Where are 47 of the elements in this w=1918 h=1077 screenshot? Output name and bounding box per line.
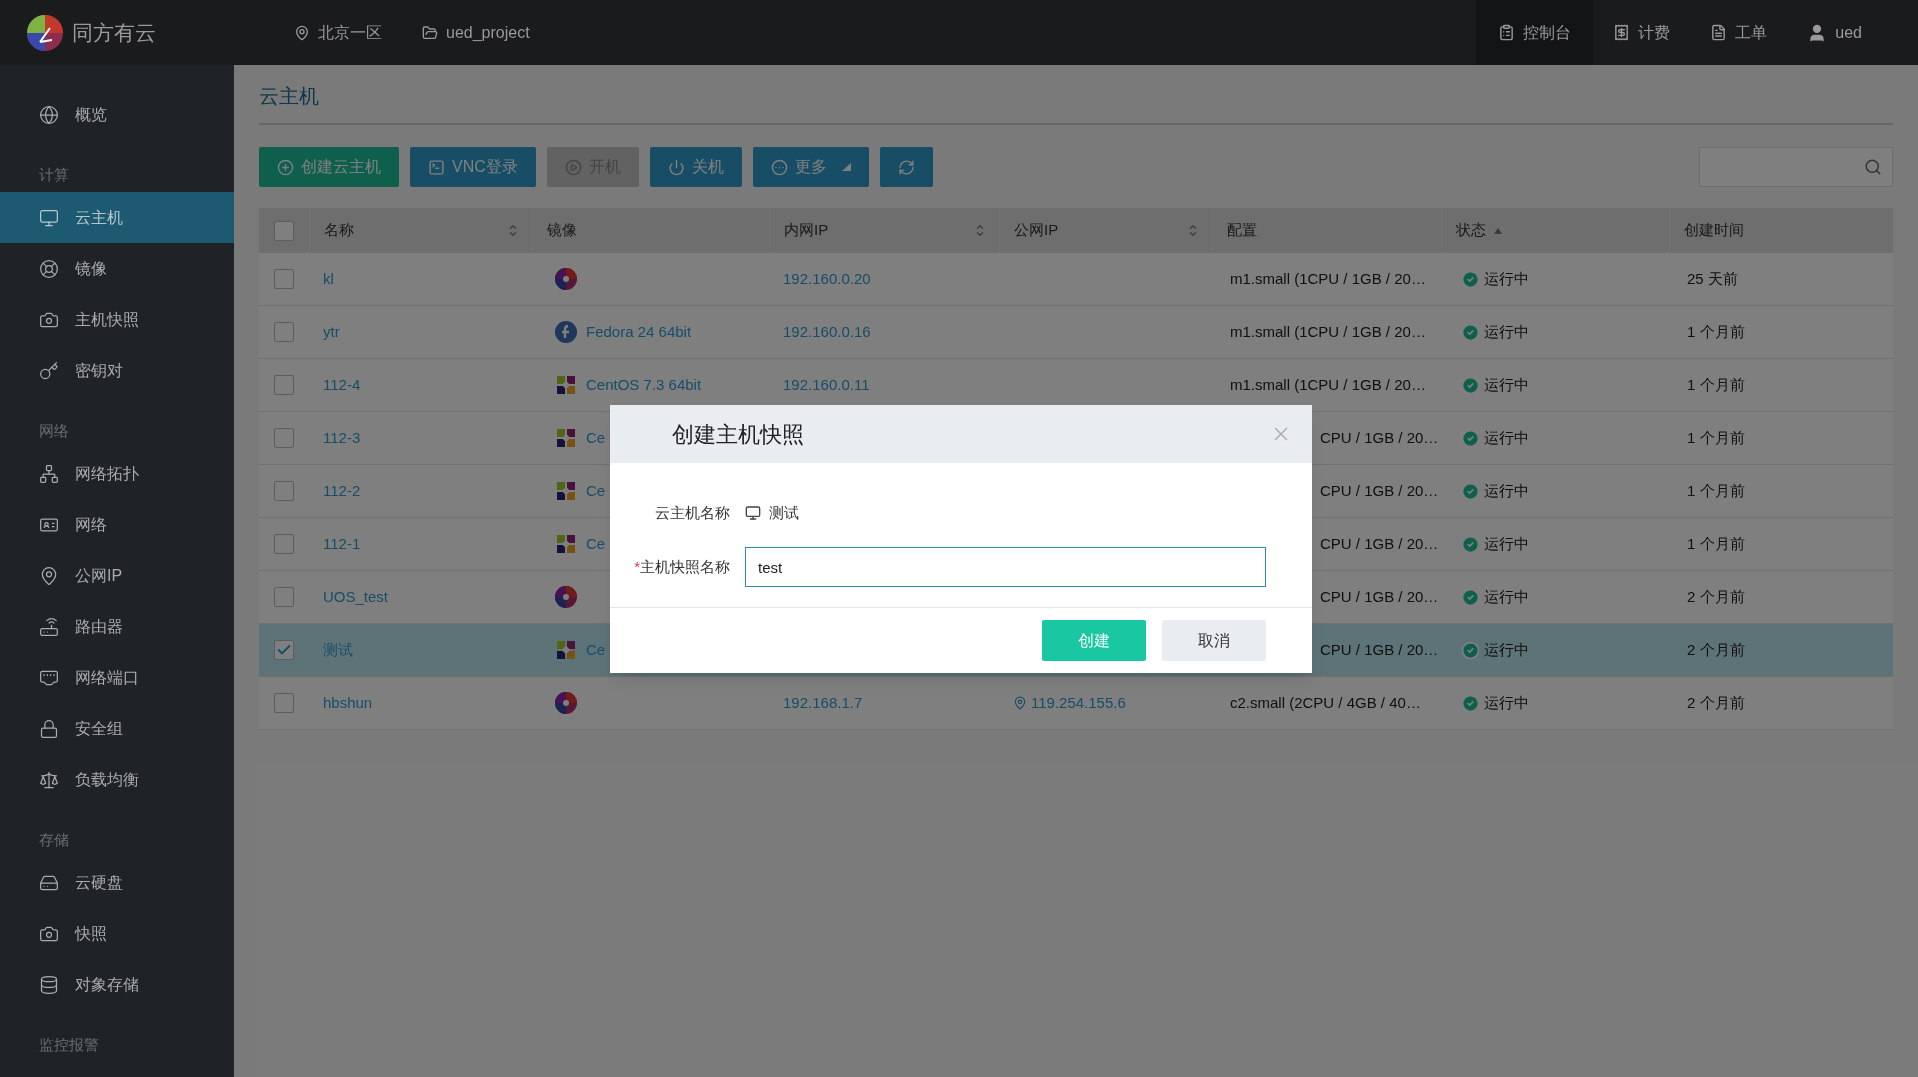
- table-cell: m1.small (1CPU / 1GB / 20…: [1230, 269, 1426, 287]
- table-cell: c2.small (2CPU / 4GB / 40…: [1230, 693, 1421, 711]
- status-text: 运行中: [1484, 692, 1529, 713]
- table-cell: 1 个月前: [1687, 375, 1745, 393]
- logo-text: 同方有云: [72, 19, 156, 46]
- table-cell: 1 个月前: [1687, 534, 1745, 552]
- status-text: 运行中: [1484, 639, 1529, 660]
- status-text: 运行中: [1484, 533, 1529, 554]
- table-cell: 2 个月前: [1687, 640, 1745, 658]
- column-header: 创建时间: [1684, 220, 1744, 241]
- table-cell: 192.160.0.20: [783, 269, 871, 287]
- table-cell: 192.160.0.11: [783, 375, 870, 393]
- page-title: 云主机: [259, 85, 319, 107]
- column-header: 内网IP: [784, 220, 829, 241]
- table-cell: 1 个月前: [1687, 428, 1745, 446]
- field-label: 云主机名称: [655, 504, 730, 521]
- status-text: 运行中: [1484, 321, 1529, 342]
- status-text: 运行中: [1484, 268, 1529, 289]
- dialog-title: 创建主机快照: [672, 420, 804, 449]
- vm-name-value: 测试: [769, 502, 799, 523]
- status-text: 运行中: [1484, 374, 1529, 395]
- table-cell: m1.small (1CPU / 1GB / 20…: [1230, 322, 1426, 340]
- table-cell: CPU / 1GB / 20…: [1320, 587, 1439, 605]
- sidebar-heading: 存储: [39, 829, 69, 850]
- table-cell: 1 个月前: [1687, 481, 1745, 499]
- table-cell: CPU / 1GB / 20…: [1320, 640, 1439, 658]
- column-header: 配置: [1227, 220, 1257, 241]
- table-cell: 192.160.0.16: [783, 322, 871, 340]
- column-header: 公网IP: [1014, 220, 1059, 241]
- table-cell: 1 个月前: [1687, 322, 1745, 340]
- column-header: 名称: [324, 220, 354, 241]
- table-cell: 2 个月前: [1687, 693, 1745, 711]
- table-cell: 2 个月前: [1687, 587, 1745, 605]
- column-header: 状态: [1456, 219, 1502, 242]
- table-cell: CPU / 1GB / 20…: [1320, 428, 1439, 446]
- table-cell: CPU / 1GB / 20…: [1320, 534, 1439, 552]
- status-text: 运行中: [1484, 427, 1529, 448]
- status-text: 运行中: [1484, 480, 1529, 501]
- status-text: 运行中: [1484, 586, 1529, 607]
- column-header: 镜像: [547, 220, 577, 241]
- table-cell: m1.small (1CPU / 1GB / 20…: [1230, 375, 1426, 393]
- table-cell: CPU / 1GB / 20…: [1320, 481, 1439, 499]
- table-cell: 25 天前: [1687, 269, 1738, 287]
- sidebar-heading: 监控报警: [39, 1034, 99, 1055]
- sidebar-heading: 计算: [39, 164, 69, 185]
- sidebar-heading: 网络: [39, 420, 69, 441]
- table-cell: 192.168.1.7: [783, 693, 863, 711]
